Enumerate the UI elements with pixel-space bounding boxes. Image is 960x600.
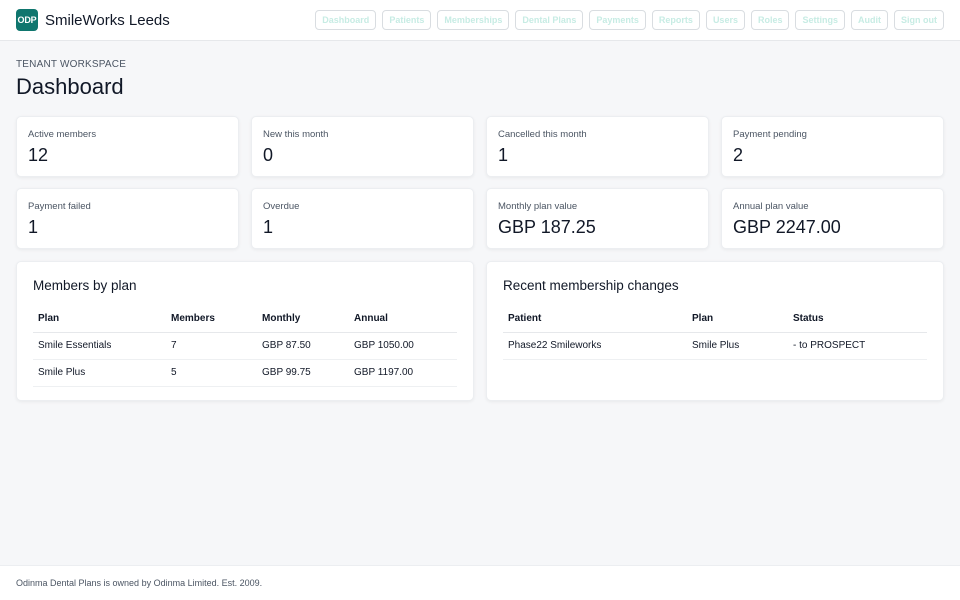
stat-card-monthly-plan-value: Monthly plan value GBP 187.25	[486, 188, 709, 249]
stat-value: GBP 2247.00	[733, 217, 841, 237]
column-header: Patient	[503, 305, 687, 333]
stat-card-annual-plan-value: Annual plan value GBP 2247.00	[721, 188, 944, 249]
nav-patients-button[interactable]: Patients	[382, 10, 432, 30]
nav-payments-button[interactable]: Payments	[589, 10, 646, 30]
nav-audit-button[interactable]: Audit	[851, 10, 888, 30]
stat-value: 0	[263, 145, 274, 165]
top-bar: ODP SmileWorks Leeds Dashboard Patients …	[0, 0, 960, 41]
stat-label: Cancelled this month	[498, 129, 587, 140]
stat-card-payment-failed: Payment failed 1	[16, 188, 239, 249]
nav-reports-button[interactable]: Reports	[651, 10, 700, 30]
recent-membership-changes-panel: Recent membership changes Patient Plan S…	[486, 261, 944, 401]
footer-text: Odinma Dental Plans is owned by Odinma L…	[16, 578, 263, 588]
table-cell: GBP 87.50	[257, 332, 349, 360]
table-cell: Phase22 Smileworks	[503, 332, 687, 360]
brand[interactable]: ODP SmileWorks Leeds	[16, 9, 170, 31]
stat-label: Payment pending	[733, 129, 807, 140]
stat-label: New this month	[263, 129, 329, 140]
stat-card-new-this-month: New this month 0	[251, 116, 474, 177]
nav-roles-button[interactable]: Roles	[750, 10, 790, 30]
table-cell: 5	[166, 359, 257, 387]
stat-value: 1	[28, 217, 39, 237]
column-header: Plan	[33, 305, 166, 333]
nav-dental-plans-button[interactable]: Dental Plans	[515, 10, 584, 30]
logo-icon: ODP	[16, 9, 38, 31]
stat-card-payment-pending: Payment pending 2	[721, 116, 944, 177]
table-cell: Smile Plus	[687, 332, 788, 360]
stat-label: Active members	[28, 129, 97, 140]
recent-changes-table: Patient Plan Status Phase22 Smileworks S…	[503, 305, 927, 360]
stat-card-overdue: Overdue 1	[251, 188, 474, 249]
nav-memberships-button[interactable]: Memberships	[437, 10, 510, 30]
column-header: Plan	[687, 305, 788, 333]
column-header: Monthly	[257, 305, 349, 333]
nav-dashboard-button[interactable]: Dashboard	[315, 10, 377, 30]
column-header: Status	[788, 305, 927, 333]
stat-value: GBP 187.25	[498, 217, 596, 237]
page-eyebrow: TENANT WORKSPACE	[16, 59, 127, 70]
table-cell: GBP 1050.00	[349, 332, 457, 360]
panel-title: Members by plan	[33, 278, 137, 293]
stat-label: Payment failed	[28, 201, 91, 212]
stats-grid: Active members 12 New this month 0 Cance…	[16, 116, 944, 249]
table-row: Smile Essentials 7 GBP 87.50 GBP 1050.00	[33, 332, 457, 360]
table-cell: GBP 99.75	[257, 359, 349, 387]
stat-label: Overdue	[263, 201, 300, 212]
table-cell: 7	[166, 332, 257, 360]
table-cell: Smile Essentials	[33, 332, 166, 360]
members-by-plan-panel: Members by plan Plan Members Monthly Ann…	[16, 261, 474, 401]
stat-value: 12	[28, 145, 49, 165]
stat-card-active-members: Active members 12	[16, 116, 239, 177]
stat-value: 1	[498, 145, 509, 165]
stat-card-cancelled-this-month: Cancelled this month 1	[486, 116, 709, 177]
column-header: Members	[166, 305, 257, 333]
nav-settings-button[interactable]: Settings	[795, 10, 845, 30]
table-cell: - to PROSPECT	[788, 332, 927, 360]
nav-users-button[interactable]: Users	[705, 10, 745, 30]
page-footer: Odinma Dental Plans is owned by Odinma L…	[0, 565, 960, 600]
panel-title: Recent membership changes	[503, 278, 679, 293]
sign-out-button[interactable]: Sign out	[894, 10, 944, 30]
stat-label: Monthly plan value	[498, 201, 578, 212]
table-row: Smile Plus 5 GBP 99.75 GBP 1197.00	[33, 359, 457, 387]
stat-label: Annual plan value	[733, 201, 809, 212]
table-cell: GBP 1197.00	[349, 359, 457, 387]
page-title: Dashboard	[16, 74, 124, 99]
table-header-row: Plan Members Monthly Annual	[33, 305, 457, 333]
brand-name: SmileWorks Leeds	[45, 11, 170, 29]
table-cell: Smile Plus	[33, 359, 166, 387]
column-header: Annual	[349, 305, 457, 333]
stat-value: 2	[733, 145, 744, 165]
main-nav: Dashboard Patients Memberships Dental Pl…	[315, 10, 944, 30]
table-header-row: Patient Plan Status	[503, 305, 927, 333]
stat-value: 1	[263, 217, 274, 237]
members-by-plan-table: Plan Members Monthly Annual Smile Essent…	[33, 305, 457, 387]
table-row: Phase22 Smileworks Smile Plus - to PROSP…	[503, 332, 927, 360]
